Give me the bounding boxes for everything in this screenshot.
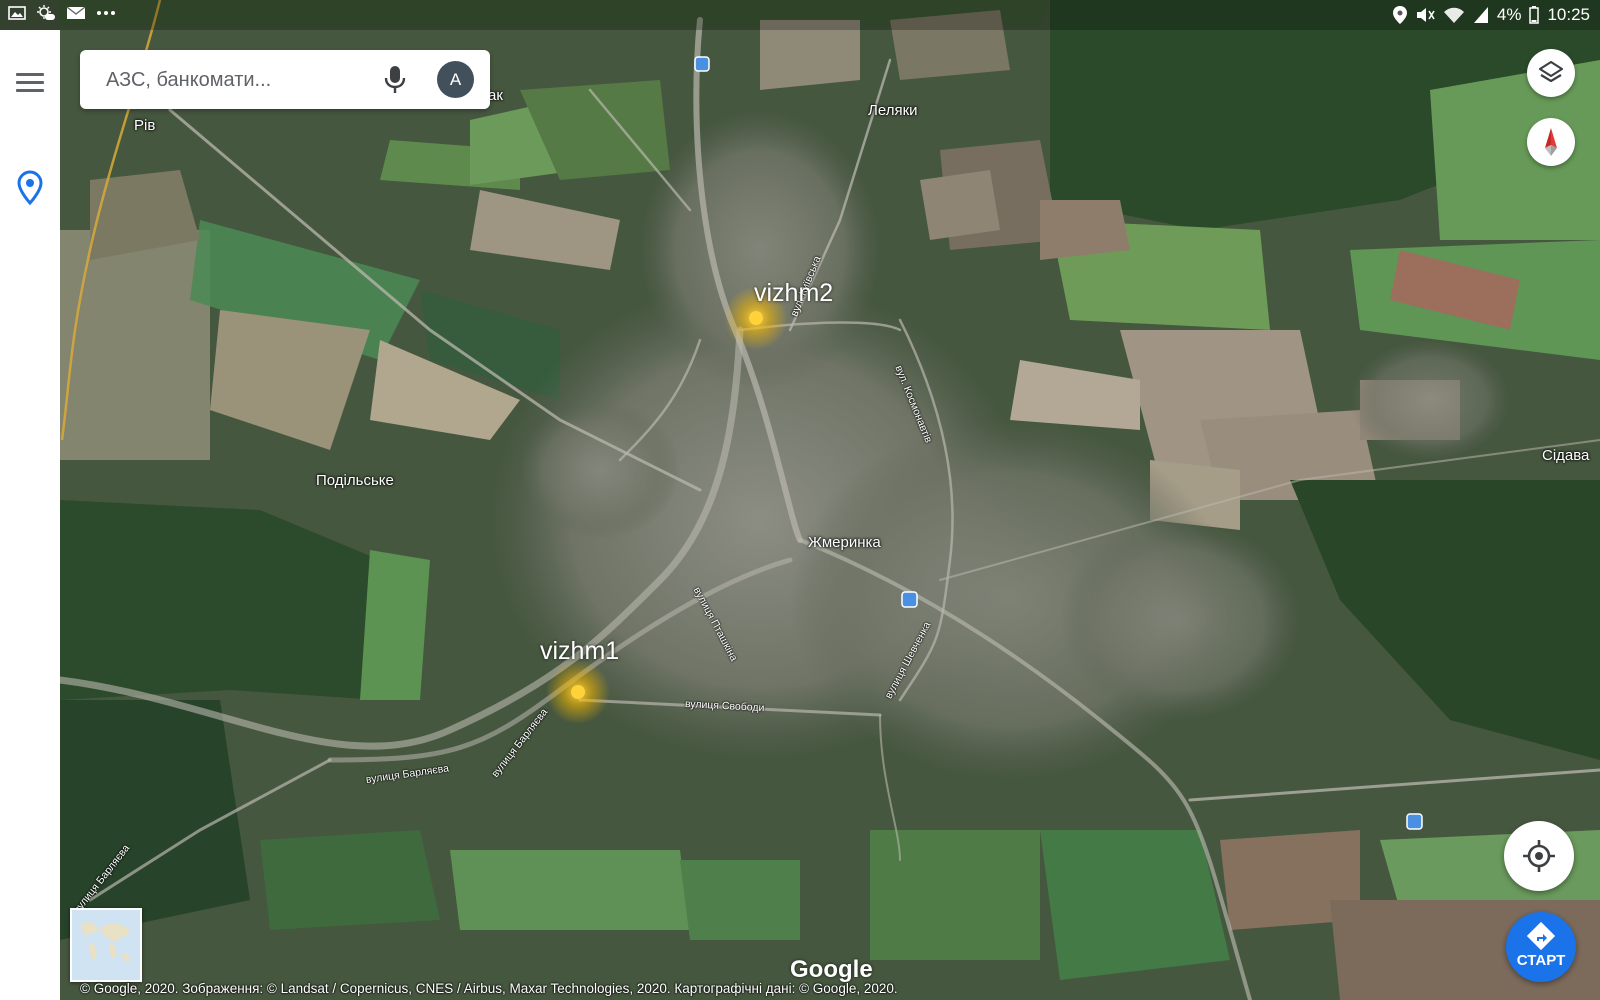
layers-icon	[1538, 60, 1564, 83]
account-avatar[interactable]: A	[437, 61, 474, 98]
minimap-thumbnail[interactable]	[70, 908, 142, 982]
compass-icon	[1545, 128, 1557, 156]
wifi-icon	[1443, 7, 1464, 23]
saved-places-button[interactable]	[16, 170, 44, 206]
compass-button[interactable]	[1527, 118, 1575, 166]
place-rov: Рів	[134, 117, 156, 134]
marker-vizhm2-label[interactable]: vizhm2	[754, 279, 833, 308]
search-box: A	[80, 50, 490, 111]
hamburger-icon	[16, 73, 44, 76]
layers-button[interactable]	[1527, 49, 1575, 97]
battery-percent: 4%	[1496, 5, 1522, 24]
directions-icon	[1526, 921, 1556, 951]
marker-vizhm1-label[interactable]: vizhm1	[540, 637, 619, 666]
start-navigation-button[interactable]: СТАРТ	[1506, 912, 1576, 982]
place-lelyaky: Леляки	[868, 102, 918, 119]
weather-icon	[37, 5, 55, 20]
microphone-icon	[384, 66, 406, 93]
google-logo: Google	[790, 956, 873, 983]
start-label: СТАРТ	[1516, 952, 1566, 969]
mute-icon	[1416, 8, 1435, 22]
my-location-icon	[1523, 840, 1555, 872]
world-map-icon	[81, 922, 130, 962]
status-bar: 4% 10:25	[0, 0, 1600, 30]
signal-icon	[1473, 7, 1488, 23]
place-zhmerynka: Жмеринка	[808, 534, 881, 551]
mail-icon	[66, 6, 86, 19]
place-podilske: Подільське	[316, 472, 394, 489]
gallery-icon	[8, 6, 26, 20]
place-ak: ак	[488, 87, 503, 104]
search-input[interactable]	[104, 50, 368, 111]
voice-search-button[interactable]	[382, 65, 408, 95]
my-location-button[interactable]	[1504, 821, 1574, 891]
battery-icon	[1529, 6, 1540, 24]
location-icon	[1392, 6, 1407, 24]
clock: 10:25	[1547, 5, 1590, 24]
menu-button[interactable]	[14, 68, 46, 100]
location-pin-icon	[17, 170, 43, 206]
left-sidebar	[0, 30, 60, 1000]
more-dots-icon	[97, 11, 115, 15]
attribution-text: © Google, 2020. Зображення: © Landsat / …	[80, 981, 898, 996]
satellite-map[interactable]	[0, 0, 1600, 1000]
place-sidava: Сідава	[1542, 447, 1590, 464]
